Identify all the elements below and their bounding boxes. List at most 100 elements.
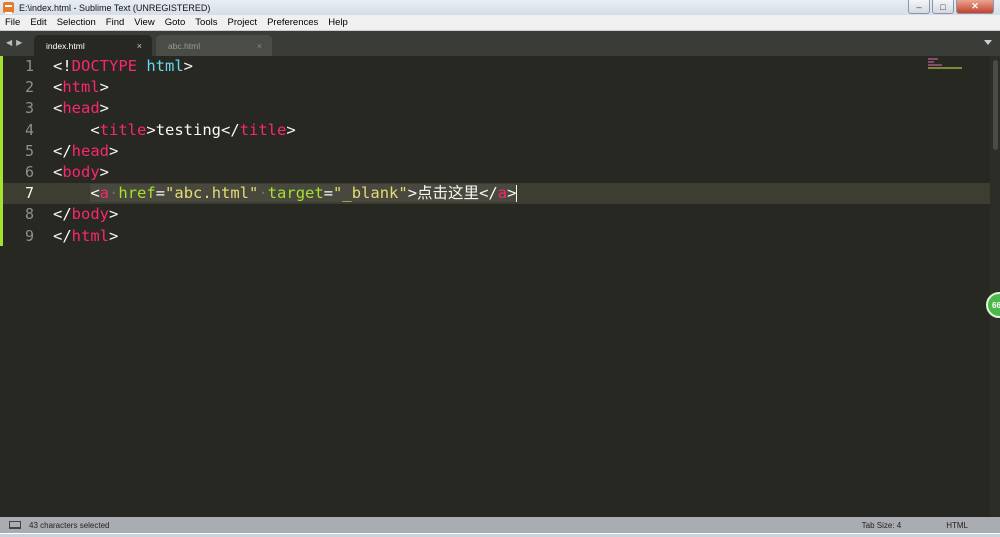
sublime-app-icon [3,2,14,14]
punct: < [53,99,63,118]
forward-arrow-icon[interactable]: ▶ [16,38,22,47]
tag-name: body [62,162,100,181]
line-number-gutter: 1 2 3 4 5 6 7 8 9 [4,56,38,247]
tab-dropdown-icon[interactable] [984,40,992,45]
punct: > [99,78,110,97]
minimize-button[interactable]: – [908,0,930,14]
code-line-9: </html> [53,226,517,247]
menu-file[interactable]: File [0,17,25,28]
tag-name: head [71,141,109,160]
menu-bar: File Edit Selection Find View Goto Tools… [0,15,1000,31]
maximize-button[interactable]: □ [932,0,954,14]
code-line-4: <title>testing</title> [53,120,517,141]
menu-view[interactable]: View [129,17,159,28]
tab-label: abc.html [168,40,201,51]
punct: </ [221,120,240,139]
minimap[interactable] [928,58,968,78]
tab-close-icon[interactable]: × [257,41,262,51]
tab-index-html[interactable]: index.html × [34,35,152,56]
syntax-indicator[interactable]: HTML [946,521,968,530]
minimap-line [928,58,938,60]
code-line-6: <body> [53,162,517,183]
menu-goto[interactable]: Goto [160,17,191,28]
menu-selection[interactable]: Selection [52,17,101,28]
code-line-3: <head> [53,98,517,119]
selection-status: 43 characters selected [29,520,110,530]
menu-project[interactable]: Project [222,17,262,28]
punct: > [109,205,119,224]
scrollbar-thumb[interactable] [993,60,998,150]
text-caret [516,185,518,203]
tag-name: a [99,184,110,203]
title-bar: E:\index.html - Sublime Text (UNREGISTER… [0,0,1000,15]
punct: < [90,120,100,139]
tab-close-icon[interactable]: × [137,41,142,51]
code-line-1: <!DOCTYPE html> [53,56,517,77]
tab-abc-html[interactable]: abc.html × [156,35,272,56]
overlay-badge[interactable]: 66 [986,292,1000,318]
minimap-line [928,61,934,63]
punct: > [507,184,517,203]
punct: > [109,141,119,160]
menu-edit[interactable]: Edit [25,17,51,28]
tag-name: html [62,78,100,97]
modified-lines-marker [0,56,3,246]
tag-name: a [497,184,508,203]
close-button[interactable]: ✕ [956,0,994,14]
punct: > [99,162,110,181]
line-number: 9 [24,226,34,245]
code-line-2: <html> [53,77,517,98]
punct: > [407,184,418,203]
line-number: 1 [24,57,34,75]
menu-tools[interactable]: Tools [190,17,222,28]
line-number-current: 7 [24,184,34,203]
punct: > [99,99,110,118]
status-right: Tab Size: 4 HTML [862,521,968,530]
tab-label: index.html [46,40,85,51]
whitespace-dot: · [109,184,119,203]
back-arrow-icon[interactable]: ◀ [6,38,12,47]
line-number: 6 [24,162,34,181]
text-content: testing [155,120,222,139]
code-line-8: </body> [53,204,517,225]
text-content: 点击这里 [417,184,480,203]
taskbar-strip [0,533,1000,537]
panel-toggle-icon[interactable] [9,521,21,529]
tab-bar: ◀ ▶ index.html × abc.html × [0,31,1000,56]
tab-size-indicator[interactable]: Tab Size: 4 [862,521,902,530]
window-title: E:\index.html - Sublime Text (UNREGISTER… [19,2,211,13]
code-line-7-selected: <a·href="abc.html"·target="_blank">点击这里<… [53,183,518,204]
punct: < [90,184,100,203]
menu-preferences[interactable]: Preferences [262,17,323,28]
punct: </ [53,205,72,224]
tab-nav: ◀ ▶ [6,38,22,47]
minimap-line [928,64,942,66]
punct: </ [53,226,72,245]
selection: <a·href="abc.html"·target="_blank">点击这里<… [90,184,517,203]
punct: </ [479,184,498,203]
doctype-value: html [146,57,184,75]
status-bar: 43 characters selected Tab Size: 4 HTML [0,517,1000,533]
line-number: 4 [24,120,34,139]
attr-name: href [118,184,156,203]
punct: < [53,162,63,181]
tag-name: html [71,226,109,245]
code-line-5: </head> [53,141,517,162]
tag-name: head [62,99,100,118]
tag-name: body [71,205,109,224]
line-number: 8 [24,205,34,224]
menu-help[interactable]: Help [323,17,353,28]
doctype-keyword: DOCTYPE [71,57,137,75]
punct: </ [53,141,72,160]
minimap-line [928,67,962,69]
punct: > [286,120,296,139]
punct: > [183,57,194,75]
whitespace-dot: · [258,184,268,203]
code-text[interactable]: <!DOCTYPE html> <html> <head> <title>tes… [53,56,518,247]
menu-find[interactable]: Find [101,17,129,28]
code-editor[interactable]: 1 2 3 4 5 6 7 8 9 <!DOCTYPE html> <html>… [0,56,1000,517]
punct: <! [53,57,72,75]
